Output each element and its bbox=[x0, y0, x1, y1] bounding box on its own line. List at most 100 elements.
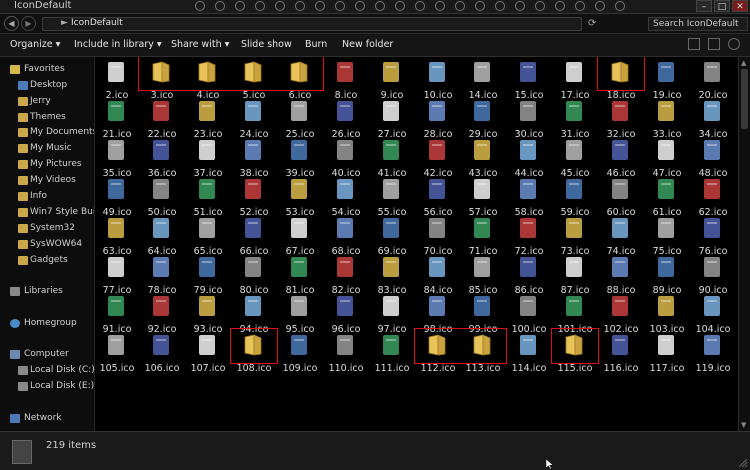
quick-icon[interactable] bbox=[335, 1, 345, 11]
file-icon bbox=[655, 138, 677, 162]
sidebar-item-local-disk-e[interactable]: Local Disk (E:) bbox=[0, 380, 94, 394]
star-icon bbox=[10, 65, 20, 74]
sidebar-item-system32[interactable]: System32 bbox=[0, 222, 94, 236]
quick-icon[interactable] bbox=[455, 1, 465, 11]
folder-icon bbox=[18, 224, 28, 233]
breadcrumb-separator[interactable]: ► bbox=[61, 18, 68, 28]
desktop-icon bbox=[18, 81, 28, 90]
forward-button[interactable]: ▶ bbox=[21, 16, 36, 31]
file-label: 109.ico bbox=[282, 363, 318, 374]
quick-icon[interactable] bbox=[595, 1, 605, 11]
new-folder-button[interactable]: New folder bbox=[342, 39, 393, 50]
highlight-box bbox=[414, 328, 507, 364]
file-label: 106.ico bbox=[144, 363, 180, 374]
highlight-box bbox=[597, 57, 645, 91]
sidebar-item-local-disk-c[interactable]: Local Disk (C:) bbox=[0, 364, 94, 378]
quick-icon[interactable] bbox=[575, 1, 585, 11]
computer-header[interactable]: Computer bbox=[0, 348, 94, 362]
file-item[interactable]: 109.ico bbox=[278, 330, 322, 378]
sidebar-item-desktop[interactable]: Desktop bbox=[0, 79, 94, 93]
favorites-header[interactable]: Favorites bbox=[0, 63, 94, 77]
folder-icon bbox=[18, 256, 28, 265]
include-in-library-button[interactable]: Include in library ▾ bbox=[74, 39, 162, 50]
file-icon bbox=[242, 138, 264, 162]
refresh-icon[interactable]: ⟳ bbox=[588, 18, 608, 30]
slide-show-button[interactable]: Slide show bbox=[241, 39, 292, 50]
file-item[interactable]: 117.ico bbox=[645, 330, 689, 378]
sidebar-item-my-documents[interactable]: My Documents bbox=[0, 126, 94, 140]
file-icon bbox=[150, 294, 172, 318]
help-icon[interactable] bbox=[728, 38, 740, 50]
search-input[interactable]: Search IconDefault bbox=[648, 17, 748, 31]
file-icon bbox=[105, 60, 127, 84]
quick-icon[interactable] bbox=[315, 1, 325, 11]
sidebar-item-jerry[interactable]: Jerry bbox=[0, 95, 94, 109]
quick-icon[interactable] bbox=[295, 1, 305, 11]
file-icon bbox=[563, 138, 585, 162]
quick-icon[interactable] bbox=[355, 1, 365, 11]
file-label: 119.ico bbox=[695, 363, 731, 374]
breadcrumb-current[interactable]: IconDefault bbox=[71, 18, 123, 28]
quick-icon[interactable] bbox=[375, 1, 385, 11]
quick-icon[interactable] bbox=[555, 1, 565, 11]
minimize-button[interactable]: – bbox=[696, 0, 712, 12]
close-button[interactable]: ✕ bbox=[732, 0, 748, 12]
organize-button[interactable]: Organize ▾ bbox=[10, 39, 60, 50]
quick-icon[interactable] bbox=[255, 1, 265, 11]
file-item[interactable]: 119.ico bbox=[691, 330, 735, 378]
sidebar-item-info[interactable]: Info bbox=[0, 190, 94, 204]
sidebar-item-my-music[interactable]: My Music bbox=[0, 142, 94, 156]
network-header[interactable]: Network bbox=[0, 412, 94, 426]
sidebar-item-my-pictures[interactable]: My Pictures bbox=[0, 158, 94, 172]
scroll-up-icon[interactable]: ▲ bbox=[741, 59, 746, 67]
file-item[interactable]: 111.ico bbox=[370, 330, 414, 378]
scroll-thumb[interactable] bbox=[741, 69, 748, 129]
file-item[interactable]: 105.ico bbox=[95, 330, 139, 378]
quick-icon[interactable] bbox=[395, 1, 405, 11]
sidebar-item-my-videos[interactable]: My Videos bbox=[0, 174, 94, 188]
homegroup-header[interactable]: Homegroup bbox=[0, 317, 94, 331]
quick-icon[interactable] bbox=[415, 1, 425, 11]
file-item[interactable]: 110.ico bbox=[324, 330, 368, 378]
file-item[interactable]: 116.ico bbox=[599, 330, 643, 378]
file-item[interactable]: 106.ico bbox=[140, 330, 184, 378]
vertical-scrollbar[interactable]: ▲ ▼ bbox=[738, 57, 750, 431]
quick-icon[interactable] bbox=[495, 1, 505, 11]
preview-pane-icon[interactable] bbox=[708, 38, 720, 50]
folder-icon bbox=[18, 97, 28, 106]
file-label: 113.ico bbox=[465, 363, 501, 374]
folder-preview-icon bbox=[12, 440, 32, 464]
file-item[interactable]: 114.ico bbox=[507, 330, 551, 378]
quick-icon[interactable] bbox=[275, 1, 285, 11]
quick-icon[interactable] bbox=[235, 1, 245, 11]
back-button[interactable]: ◀ bbox=[4, 16, 19, 31]
file-icon bbox=[380, 177, 402, 201]
quick-icon[interactable] bbox=[475, 1, 485, 11]
file-item[interactable]: 107.ico bbox=[186, 330, 230, 378]
file-icon bbox=[242, 177, 264, 201]
maximize-button[interactable]: □ bbox=[714, 0, 730, 12]
change-view-icon[interactable] bbox=[688, 38, 700, 50]
file-icon bbox=[288, 216, 310, 240]
view-controls bbox=[688, 38, 740, 50]
quick-icon[interactable] bbox=[615, 1, 625, 11]
quick-icon[interactable] bbox=[435, 1, 445, 11]
breadcrumb[interactable]: ► IconDefault bbox=[42, 17, 582, 31]
burn-button[interactable]: Burn bbox=[305, 39, 327, 50]
libraries-header[interactable]: Libraries bbox=[0, 285, 94, 299]
file-icon bbox=[701, 333, 723, 357]
quick-icon[interactable] bbox=[535, 1, 545, 11]
network-icon bbox=[10, 414, 20, 423]
sidebar-item-gadgets[interactable]: Gadgets bbox=[0, 254, 94, 268]
file-icon bbox=[563, 99, 585, 123]
sidebar-item-themes[interactable]: Themes bbox=[0, 111, 94, 125]
sidebar-item-syswow64[interactable]: SysWOW64 bbox=[0, 238, 94, 252]
quick-icon[interactable] bbox=[215, 1, 225, 11]
sidebar-item-win7-style-builder[interactable]: Win7 Style Builder bbox=[0, 206, 94, 220]
share-with-button[interactable]: Share with ▾ bbox=[171, 39, 229, 50]
quick-icon[interactable] bbox=[515, 1, 525, 11]
resize-grip-icon[interactable] bbox=[738, 458, 748, 468]
file-icon bbox=[426, 177, 448, 201]
scroll-down-icon[interactable]: ▼ bbox=[741, 421, 746, 429]
quick-icon[interactable] bbox=[195, 1, 205, 11]
